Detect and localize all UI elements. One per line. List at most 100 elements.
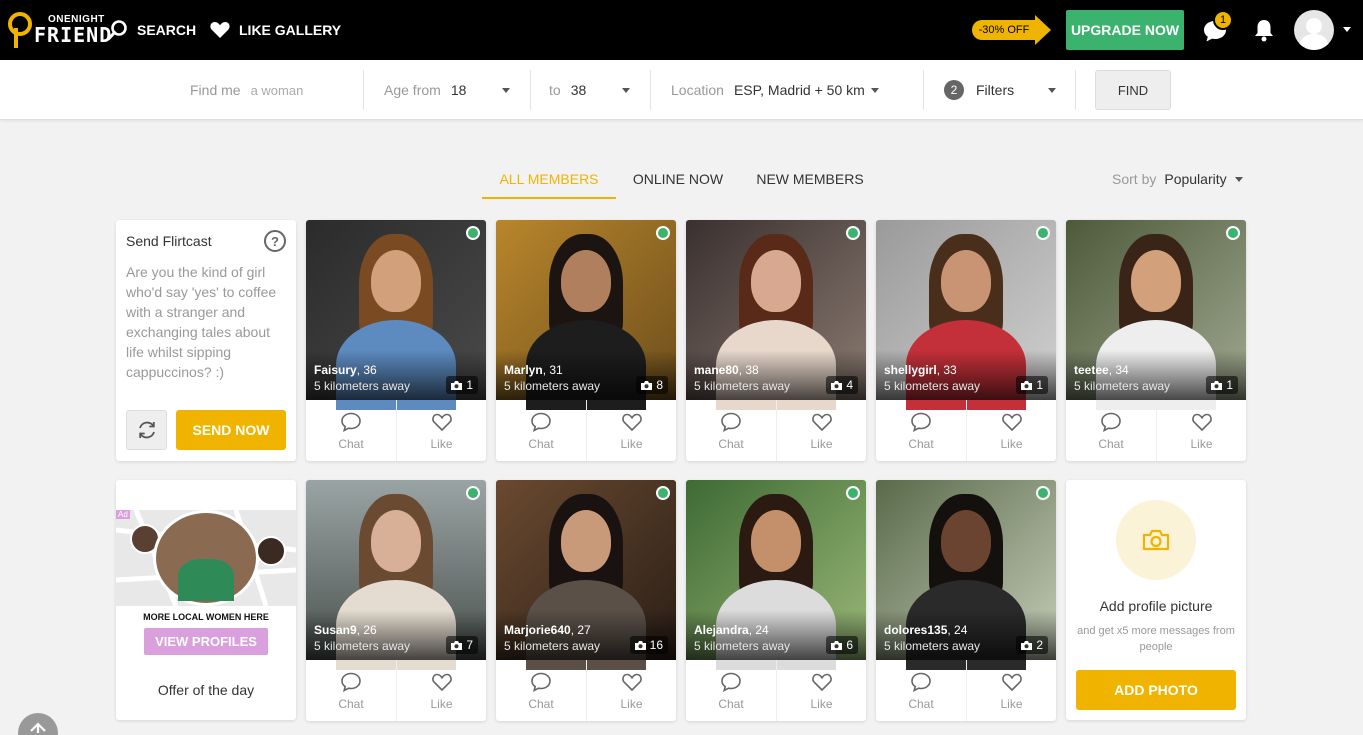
message-count-badge: 1 [1213,10,1233,30]
member-name[interactable]: Marlyn, 31 [504,363,563,377]
sort-dropdown[interactable]: Sort by Popularity [1112,171,1243,187]
member-photo[interactable]: shellygirl, 33 5 kilometers away 1 [876,220,1056,410]
member-card[interactable]: Marjorie640, 27 5 kilometers away 16 Chat Li… [496,480,676,721]
member-card[interactable]: teetee, 34 5 kilometers away 1 Chat Like [1066,220,1246,461]
like-button[interactable]: Like [586,660,676,721]
member-photo[interactable]: Marjorie640, 27 5 kilometers away 16 [496,480,676,670]
flirtcast-text: Are you the kind of girl who'd say 'yes'… [126,264,277,380]
member-card[interactable]: shellygirl, 33 5 kilometers away 1 Chat Like [876,220,1056,461]
photo-figure-face [751,250,801,312]
member-age: , 24 [748,623,769,637]
divider [650,70,651,110]
chat-button[interactable]: Chat [686,660,776,721]
view-profiles-button[interactable]: VIEW PROFILES [144,628,268,655]
filters-dropdown[interactable]: 2 Filters [944,60,1056,120]
heart-icon [811,673,832,691]
age-from-select[interactable]: Age from 18 [384,60,510,120]
chat-button[interactable]: Chat [306,660,396,721]
help-icon[interactable]: ? [264,230,286,252]
member-card[interactable]: dolores135, 24 5 kilometers away 2 Chat Like [876,480,1056,721]
like-gallery-label: LIKE GALLERY [239,22,342,38]
photo-count: 1 [466,378,473,392]
scroll-top-button[interactable] [18,713,58,735]
photo-count-badge: 2 [1016,636,1048,654]
photo-count-badge: 1 [446,376,478,394]
upgrade-button[interactable]: UPGRADE NOW [1066,10,1184,50]
member-name[interactable]: shellygirl, 33 [884,363,957,377]
send-now-button[interactable]: SEND NOW [176,410,286,450]
photo-count-badge: 6 [826,636,858,654]
offer-card[interactable]: Ad MORE LOCAL WOMEN HERE VIEW PROFILES O… [116,480,296,720]
chat-button[interactable]: Chat [306,400,396,461]
chevron-down-icon [1048,88,1056,93]
member-card[interactable]: mane80, 38 5 kilometers away 4 Chat Like [686,220,866,461]
like-button[interactable]: Like [1156,400,1246,461]
member-card[interactable]: Faisury, 36 5 kilometers away 1 Chat Like [306,220,486,461]
ad-headline: MORE LOCAL WOMEN HERE [143,612,269,622]
bell-icon[interactable] [1253,18,1275,42]
online-indicator [846,486,860,500]
member-name[interactable]: Susan9, 26 [314,623,377,637]
like-label: Like [620,436,643,451]
chat-button[interactable]: Chat [496,660,586,721]
member-name[interactable]: Marjorie640, 27 [504,623,591,637]
location-select[interactable]: Location ESP, Madrid + 50 km [671,60,879,120]
heart-icon [621,413,642,431]
member-photo[interactable]: teetee, 34 5 kilometers away 1 [1066,220,1246,410]
like-button[interactable]: Like [966,400,1056,461]
member-actions: Chat Like [686,660,866,721]
member-photo[interactable]: Susan9, 26 5 kilometers away 7 [306,480,486,670]
add-photo-button[interactable]: ADD PHOTO [1076,670,1236,710]
member-photo[interactable]: mane80, 38 5 kilometers away 4 [686,220,866,410]
age-to-select[interactable]: to 38 [549,60,630,120]
chat-label: Chat [718,696,744,711]
chat-button[interactable]: Chat [1066,400,1156,461]
arrow-up-icon [30,722,46,733]
photo-figure-face [561,250,611,312]
like-button[interactable]: Like [586,400,676,461]
chevron-down-icon[interactable] [1343,27,1351,32]
chat-button[interactable]: Chat [686,400,776,461]
like-button[interactable]: Like [396,400,486,461]
member-card[interactable]: Susan9, 26 5 kilometers away 7 Chat Like [306,480,486,721]
like-button[interactable]: Like [776,660,866,721]
member-name[interactable]: mane80, 38 [694,363,759,377]
search-label: SEARCH [137,22,197,38]
member-card[interactable]: Alejandra, 24 5 kilometers away 6 Chat Like [686,480,866,721]
chat-button[interactable]: Chat [876,400,966,461]
find-me-label: Find me [190,82,241,98]
chat-button[interactable]: Chat [876,660,966,721]
member-card[interactable]: Marlyn, 31 5 kilometers away 8 Chat Like [496,220,676,461]
member-name[interactable]: Alejandra, 24 [694,623,769,637]
divider [1075,70,1076,110]
search-link[interactable]: SEARCH [107,19,196,41]
tab-all-members[interactable]: ALL MEMBERS [482,171,616,199]
chat-label: Chat [338,436,364,451]
find-me-field[interactable]: Find me a woman [190,60,303,120]
logo[interactable]: ONENIGHT FRIEND [8,9,112,51]
like-button[interactable]: Like [396,660,486,721]
like-button[interactable]: Like [776,400,866,461]
tab-online-now[interactable]: ONLINE NOW [628,171,728,199]
chat-button[interactable]: Chat [496,400,586,461]
photo-figure-face [371,250,421,312]
member-photo[interactable]: Alejandra, 24 5 kilometers away 6 [686,480,866,670]
user-avatar[interactable] [1294,10,1334,50]
member-photo[interactable]: Marlyn, 31 5 kilometers away 8 [496,220,676,410]
heart-icon [1191,413,1212,431]
refresh-button[interactable] [126,410,167,450]
member-photo[interactable]: dolores135, 24 5 kilometers away 2 [876,480,1056,670]
location-label: Location [671,82,724,98]
member-username: teetee [1074,363,1109,377]
member-name[interactable]: Faisury, 36 [314,363,377,377]
member-photo[interactable]: Faisury, 36 5 kilometers away 1 [306,220,486,410]
like-gallery-link[interactable]: LIKE GALLERY [209,19,341,41]
photo-figure-face [371,510,421,572]
member-name[interactable]: teetee, 34 [1074,363,1129,377]
tab-new-members[interactable]: NEW MEMBERS [752,171,868,199]
find-button[interactable]: FIND [1095,70,1171,110]
member-actions: Chat Like [306,400,486,461]
member-username: dolores135 [884,623,948,637]
member-name[interactable]: dolores135, 24 [884,623,967,637]
like-button[interactable]: Like [966,660,1056,721]
